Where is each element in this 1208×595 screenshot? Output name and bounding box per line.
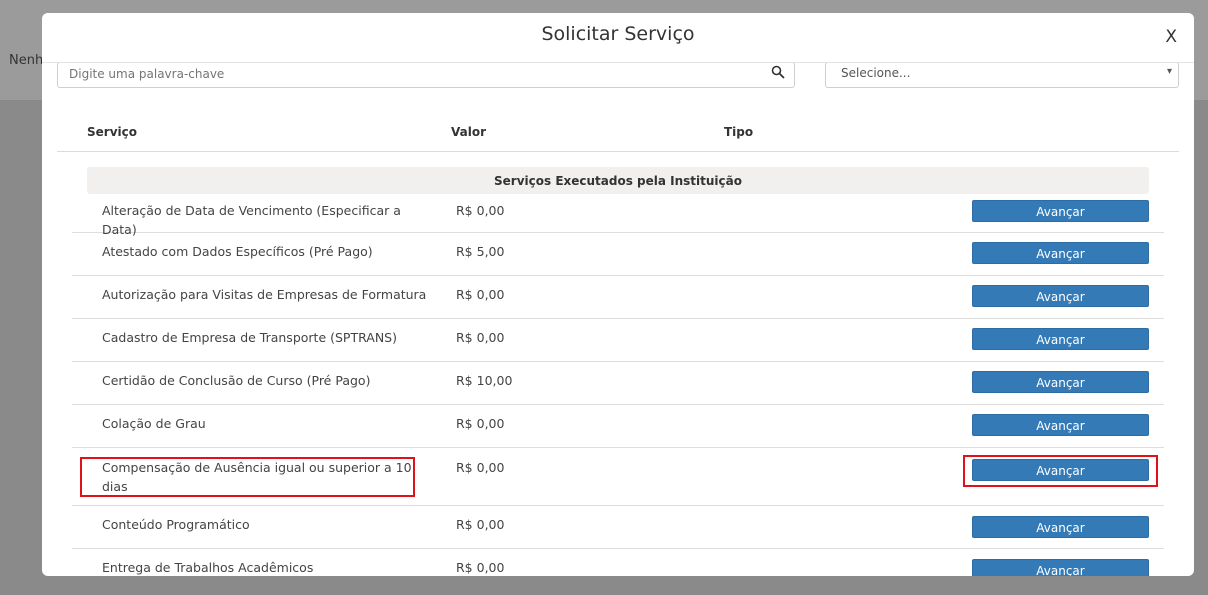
table-row-highlighted: Compensação de Ausência igual ou superio… bbox=[72, 448, 1164, 506]
service-value: R$ 0,00 bbox=[456, 460, 505, 475]
advance-button[interactable]: Avançar bbox=[972, 516, 1149, 538]
advance-button[interactable]: Avançar bbox=[972, 371, 1149, 393]
advance-button[interactable]: Avançar bbox=[972, 242, 1149, 264]
table-row: Colação de Grau R$ 0,00 Avançar bbox=[72, 405, 1164, 448]
service-value: R$ 0,00 bbox=[456, 517, 505, 532]
select-value: Selecione... bbox=[841, 66, 911, 80]
service-value: R$ 0,00 bbox=[456, 287, 505, 302]
column-header-valor: Valor bbox=[451, 125, 487, 139]
service-value: R$ 10,00 bbox=[456, 373, 513, 388]
search-icon[interactable] bbox=[771, 65, 785, 79]
column-header-servico: Serviço bbox=[87, 125, 137, 139]
service-name: Conteúdo Programático bbox=[102, 517, 250, 532]
table-row: Atestado com Dados Específicos (Pré Pago… bbox=[72, 233, 1164, 276]
modal-title: Solicitar Serviço bbox=[541, 23, 695, 45]
advance-button[interactable]: Avançar bbox=[972, 414, 1149, 436]
advance-button[interactable]: Avançar bbox=[972, 559, 1149, 576]
chevron-down-icon: ▾ bbox=[1166, 66, 1172, 77]
table-row: Conteúdo Programático R$ 0,00 Avançar bbox=[72, 506, 1164, 549]
table-row: Alteração de Data de Vencimento (Especif… bbox=[72, 194, 1164, 237]
advance-button[interactable]: Avançar bbox=[972, 200, 1149, 222]
service-name: Certidão de Conclusão de Curso (Pré Pago… bbox=[102, 373, 371, 388]
service-name: Autorização para Visitas de Empresas de … bbox=[102, 287, 427, 302]
service-name: Cadastro de Empresa de Transporte (SPTRA… bbox=[102, 330, 397, 345]
table-row: Certidão de Conclusão de Curso (Pré Pago… bbox=[72, 362, 1164, 405]
service-name: Atestado com Dados Específicos (Pré Pago… bbox=[102, 244, 373, 259]
advance-button[interactable]: Avançar bbox=[972, 328, 1149, 350]
service-name: Compensação de Ausência igual ou superio… bbox=[102, 460, 412, 494]
column-header-tipo: Tipo bbox=[724, 125, 754, 139]
modal-header: Solicitar Serviço X bbox=[42, 13, 1194, 63]
service-value: R$ 0,00 bbox=[456, 330, 505, 345]
close-button[interactable]: X bbox=[1165, 27, 1177, 47]
search-field[interactable] bbox=[57, 62, 795, 88]
table-row: Cadastro de Empresa de Transporte (SPTRA… bbox=[72, 319, 1164, 362]
table-header: Serviço Valor Tipo bbox=[57, 116, 1179, 152]
search-input[interactable] bbox=[58, 63, 759, 85]
service-list: Alteração de Data de Vencimento (Especif… bbox=[72, 194, 1164, 576]
service-value: R$ 0,00 bbox=[456, 203, 505, 218]
table-row: Autorização para Visitas de Empresas de … bbox=[72, 276, 1164, 319]
service-value: R$ 0,00 bbox=[456, 416, 505, 431]
table-row: Entrega de Trabalhos Acadêmicos R$ 0,00 … bbox=[72, 549, 1164, 576]
service-name: Entrega de Trabalhos Acadêmicos bbox=[102, 560, 314, 575]
group-header: Serviços Executados pela Instituição bbox=[87, 167, 1149, 194]
solicitar-servico-modal: Solicitar Serviço X Selecione... ▾ Servi… bbox=[42, 13, 1194, 576]
advance-button[interactable]: Avançar bbox=[972, 459, 1149, 481]
background-text: Nenh bbox=[9, 53, 44, 68]
service-name: Colação de Grau bbox=[102, 416, 206, 431]
service-value: R$ 5,00 bbox=[456, 244, 505, 259]
type-select[interactable]: Selecione... ▾ bbox=[825, 62, 1179, 88]
advance-button[interactable]: Avançar bbox=[972, 285, 1149, 307]
service-value: R$ 0,00 bbox=[456, 560, 505, 575]
